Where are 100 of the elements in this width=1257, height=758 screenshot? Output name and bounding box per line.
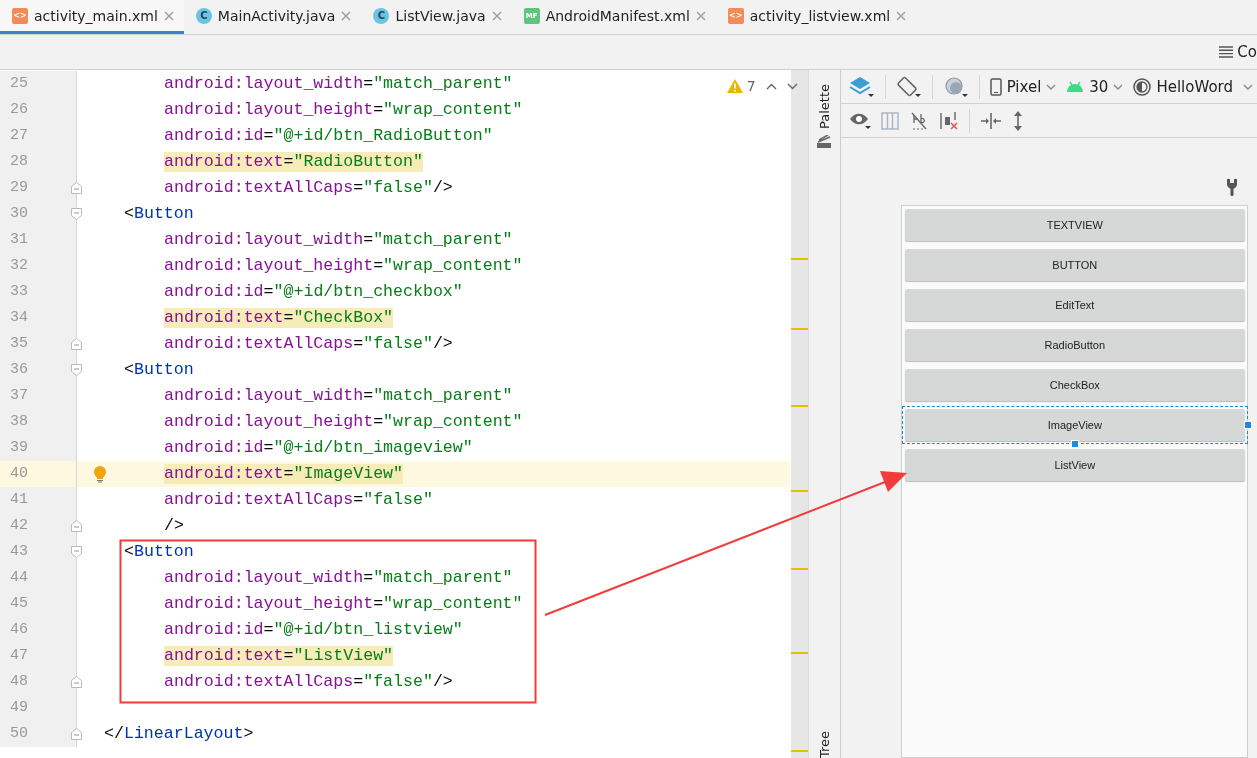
fold-marker-icon[interactable] [71,520,82,532]
fold-marker-icon[interactable] [71,364,82,376]
preview-button[interactable]: EditText [904,289,1245,321]
theme-dropdown[interactable]: HelloWord [1133,77,1233,96]
close-icon[interactable] [896,10,907,21]
dropdown-caret-icon [1243,83,1253,90]
line-number: 37 [10,387,28,404]
dropdown-caret-icon [1046,83,1057,90]
code-line: android:layout_height="wrap_content" [164,100,523,120]
line-number: 40 [10,465,28,482]
fold-marker-icon[interactable] [71,182,82,194]
fold-marker-icon[interactable] [71,728,82,740]
code-line: android:layout_height="wrap_content" [164,594,523,614]
device-dropdown[interactable]: Pixel [989,77,1057,96]
resize-handle[interactable] [1070,440,1079,448]
line-number: 48 [10,673,28,690]
clear-constraints-icon[interactable] [938,110,959,131]
palette-tab[interactable]: Palette [816,84,832,130]
warning-icon [726,79,743,93]
line-number: 27 [10,127,28,144]
line-number: 35 [10,335,28,352]
fold-marker-icon[interactable] [71,208,82,220]
android-icon [1066,80,1085,93]
preview-button[interactable]: TEXTVIEW [904,209,1245,241]
line-number: 31 [10,231,28,248]
warning-marker[interactable] [790,405,808,407]
close-icon[interactable] [491,10,502,21]
line-number: 38 [10,413,28,430]
editor-tab[interactable]: <> activity_main.xml [0,0,184,34]
warning-marker[interactable] [790,568,808,570]
columns-icon[interactable] [880,111,899,130]
preview-button[interactable]: RadioButton [904,329,1245,361]
code-line: android:layout_width="match_parent" [164,386,513,406]
close-icon[interactable] [163,10,174,21]
next-icon[interactable] [786,82,798,90]
menu-icon[interactable] [1219,46,1234,58]
eye-icon[interactable] [848,111,871,130]
warning-marker[interactable] [790,652,808,654]
line-number: 50 [10,725,28,742]
editor-tab[interactable]: C MainActivity.java [183,0,362,34]
theme-icon [1133,77,1152,96]
code-line: android:textAllCaps="false"/> [164,178,453,198]
rotate-icon[interactable] [895,74,922,99]
preview-button[interactable]: ImageView [904,409,1245,441]
code-line: /> [164,516,184,536]
line-number: 47 [10,647,28,664]
line-number: 25 [10,75,28,92]
code-line: android:textAllCaps="false" [164,490,433,510]
shrink-horizontal-icon[interactable] [979,111,1002,130]
code-line: android:textAllCaps="false"/> [164,334,453,354]
api-level-dropdown[interactable]: 30 [1066,77,1124,96]
warning-count[interactable]: 7 [726,78,756,94]
palette-icon[interactable] [817,135,832,149]
line-number: 29 [10,179,28,196]
wrench-icon[interactable] [1226,178,1238,196]
component-tree-tab[interactable]: Tree [816,730,832,758]
preview-button[interactable]: ListView [904,449,1245,481]
code-line: android:layout_width="match_parent" [164,230,513,250]
editor-tab[interactable]: <> activity_listview.xml [715,0,917,34]
phone-icon [989,77,1002,96]
line-number: 34 [10,309,28,326]
line-number: 44 [10,569,28,586]
editor-tab[interactable]: C ListView.java [361,0,512,34]
previous-icon[interactable] [765,82,777,90]
resize-handle[interactable] [1244,421,1252,429]
code-line: </LinearLayout> [104,724,254,744]
code-line: android:textAllCaps="false"/> [164,672,453,692]
warning-marker[interactable] [790,750,808,752]
warning-marker[interactable] [790,328,808,330]
code-line: android:layout_width="match_parent" [164,74,513,94]
code-line: android:layout_width="match_parent" [164,568,513,588]
night-mode-icon[interactable] [942,74,969,99]
lightbulb-icon[interactable] [93,465,107,483]
close-icon[interactable] [695,10,706,21]
line-number: 43 [10,543,28,560]
line-number: 28 [10,153,28,170]
line-number: 36 [10,361,28,378]
view-mode-label[interactable]: Co [1237,43,1257,61]
preview-button[interactable]: BUTTON [904,249,1245,281]
line-number: 39 [10,439,28,456]
line-number: 41 [10,491,28,508]
warning-marker[interactable] [790,258,808,260]
code-line: android:layout_height="wrap_content" [164,412,523,432]
file-type-icon: C [195,7,212,24]
preview-button[interactable]: CheckBox [904,369,1245,401]
code-line: android:id="@+id/btn_checkbox" [164,282,463,302]
fold-marker-icon[interactable] [71,546,82,558]
fold-marker-icon[interactable] [71,338,82,350]
code-line: <Button [124,360,194,380]
close-icon[interactable] [341,10,352,21]
code-line: android:layout_height="wrap_content" [164,256,523,276]
layers-icon[interactable] [848,74,875,99]
dropdown-caret-icon [1113,83,1124,90]
line-number: 26 [10,101,28,118]
line-number: 32 [10,257,28,274]
warning-marker[interactable] [790,490,808,492]
fold-marker-icon[interactable] [71,676,82,688]
expand-vertical-icon[interactable] [1011,110,1024,131]
file-type-icon: <> [727,7,744,24]
line-number: 49 [10,699,28,716]
